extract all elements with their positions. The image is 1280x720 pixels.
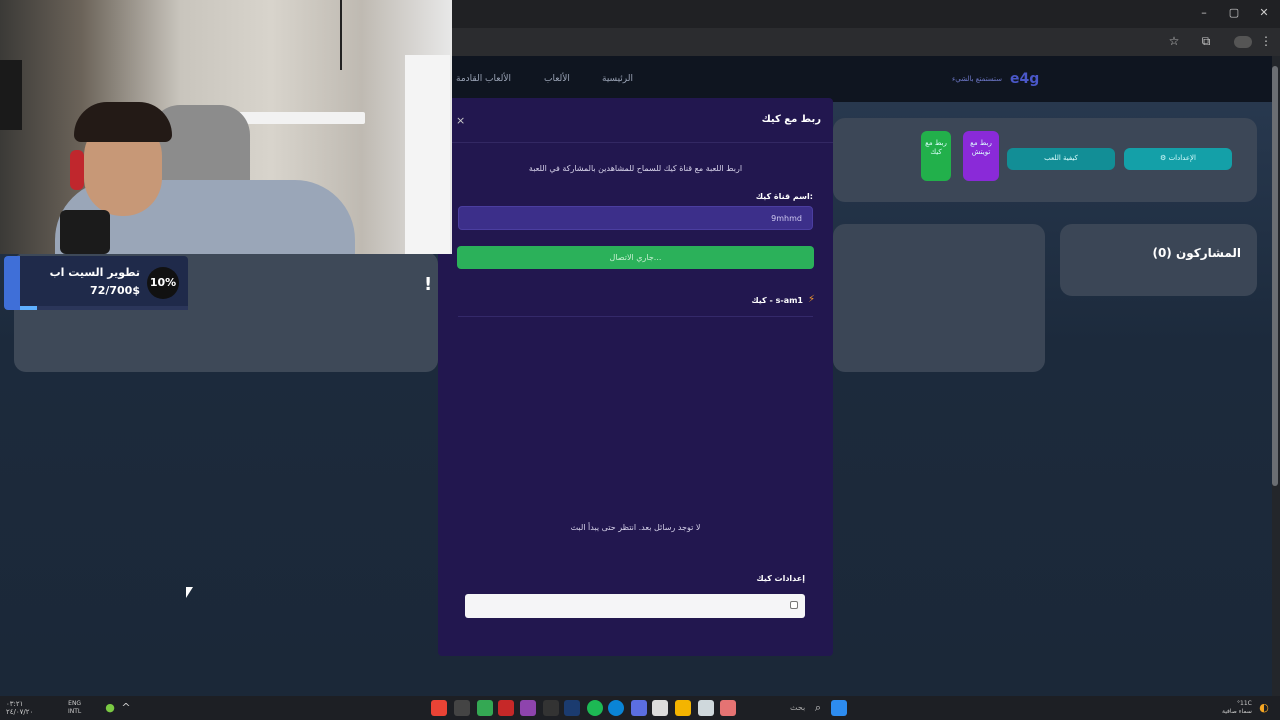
chrome-icon[interactable] <box>431 700 447 716</box>
connect-twitch-button[interactable]: ربط مع تويتش <box>963 131 999 181</box>
kick-settings-field[interactable] <box>465 594 805 618</box>
star-icon[interactable]: ☆ <box>1166 34 1182 48</box>
participants-title: المشاركون (0) <box>1152 246 1241 260</box>
webcam-bg-cabinet <box>405 55 450 254</box>
webcam-bg-monitor <box>0 60 22 130</box>
kebab-menu-icon[interactable]: ⋮ <box>1258 34 1274 48</box>
webcam-headset <box>70 150 84 190</box>
profile-avatar[interactable] <box>1234 36 1252 48</box>
app-icon[interactable] <box>520 700 536 716</box>
scrollbar-thumb[interactable] <box>1272 66 1278 486</box>
game-heading-fragment: ! <box>424 274 433 295</box>
mouse-cursor <box>186 587 193 598</box>
search-icon[interactable]: ⌕ <box>810 700 826 716</box>
app-icon[interactable] <box>543 700 559 716</box>
weather-widget[interactable]: °11C سماء صافية <box>1222 700 1252 716</box>
connect-button[interactable]: جاري الاتصال... <box>457 246 814 269</box>
app-icon[interactable] <box>698 700 714 716</box>
goal-progress-fill <box>20 306 37 310</box>
app-icon[interactable] <box>720 700 736 716</box>
nav-home[interactable]: الرئيسية <box>602 74 633 84</box>
goal-progress-text: 72/700$ <box>90 284 140 297</box>
kick-connect-modal: ربط مع كيك × اربط اللعبة مع قناة كيك للس… <box>438 98 833 656</box>
webcam-bg-pole <box>340 0 342 70</box>
taskbar-clock[interactable]: ٠٣:٢١ ٢٤/٠٧/٢٠ <box>6 700 33 716</box>
settings-button[interactable]: ⚙ الإعدادات <box>1124 148 1232 170</box>
goal-progress-track <box>20 306 188 310</box>
channel-name-label: اسم قناة كيك: <box>755 192 813 201</box>
site-logo[interactable]: e4g <box>1010 71 1039 87</box>
nav-games[interactable]: الألعاب <box>544 74 570 84</box>
chat-header: كيك - s-am1 <box>751 296 803 305</box>
minimize-icon[interactable]: – <box>1196 6 1212 19</box>
app-icon[interactable] <box>477 700 493 716</box>
channel-name-input[interactable] <box>458 206 813 230</box>
goal-accent <box>4 256 20 310</box>
browser-toolbar <box>452 28 1280 56</box>
chat-divider <box>458 316 813 317</box>
language-indicator[interactable]: ENG INTL <box>68 700 81 716</box>
tray-app-icon[interactable]: ● <box>102 700 118 716</box>
app-icon[interactable] <box>631 700 647 716</box>
page-scrollbar[interactable] <box>1272 56 1280 696</box>
logo-tagline: ستستمتع بالشيء <box>952 75 1003 83</box>
windows-taskbar: ٠٣:٢١ ٢٤/٠٧/٢٠ ENG INTL ● ^ بحث ⌕ °11C س… <box>0 696 1280 720</box>
nav-upcoming-games[interactable]: الألعاب القادمة <box>456 74 511 84</box>
how-to-play-button[interactable]: كيفية اللعب <box>1007 148 1115 170</box>
app-icon[interactable] <box>454 700 470 716</box>
chevron-up-icon[interactable]: ^ <box>118 700 134 716</box>
goal-percent-badge: 10% <box>147 267 179 299</box>
modal-title: ربط مع كيك <box>761 114 821 125</box>
webcam-person-hair <box>74 102 172 142</box>
participants-card: المشاركون (0) <box>1060 224 1257 296</box>
app-icon[interactable] <box>498 700 514 716</box>
modal-description: اربط اللعبة مع قناة كيك للسماح للمشاهدين… <box>528 164 743 173</box>
app-icon[interactable] <box>652 700 668 716</box>
puzzle-icon[interactable]: ⧉ <box>1198 34 1214 49</box>
game-area-card <box>833 224 1045 372</box>
close-icon[interactable]: × <box>456 114 465 127</box>
modal-divider <box>438 142 833 143</box>
spotify-icon[interactable] <box>587 700 603 716</box>
webcam-overlay <box>0 0 452 254</box>
start-icon[interactable] <box>831 700 847 716</box>
steam-icon[interactable] <box>564 700 580 716</box>
edge-icon[interactable] <box>608 700 624 716</box>
close-window-icon[interactable]: ✕ <box>1256 6 1272 19</box>
maximize-icon[interactable]: ▢ <box>1226 6 1242 19</box>
settings-checkbox[interactable] <box>790 601 798 609</box>
weather-icon[interactable]: ◐ <box>1256 700 1272 716</box>
kick-settings-label: إعدادات كيك <box>756 574 805 583</box>
taskbar-search-label[interactable]: بحث <box>790 703 805 712</box>
goal-title: تطوير السيت اب <box>49 266 140 279</box>
webcam-microphone <box>60 210 110 254</box>
empty-chat-message: لا توجد رسائل بعد. انتظر حتى يبدأ البث <box>570 523 701 532</box>
bolt-icon: ⚡ <box>807 294 815 305</box>
connect-kick-button[interactable]: ربط مع كيك <box>921 131 951 181</box>
file-explorer-icon[interactable] <box>675 700 691 716</box>
